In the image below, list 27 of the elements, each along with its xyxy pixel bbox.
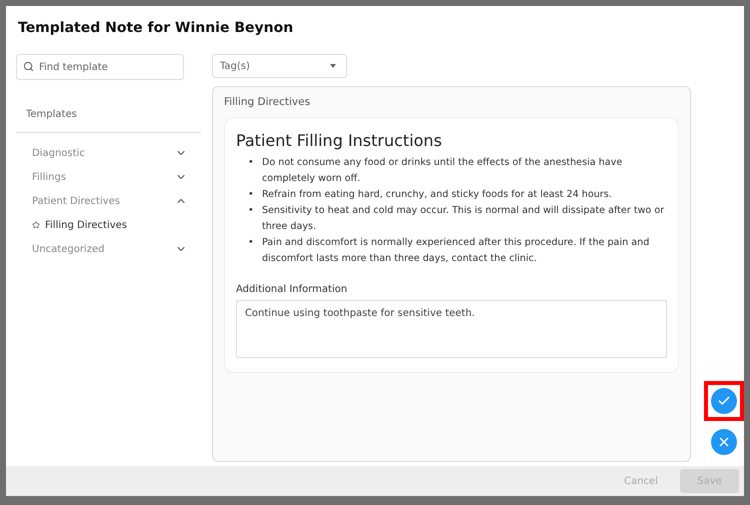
field-label: Additional Information <box>236 284 348 295</box>
confirm-button[interactable] <box>711 388 737 414</box>
category-item[interactable]: Uncategorized <box>16 237 201 261</box>
bullet-marker: • <box>248 156 254 170</box>
instruction-item: Refrain from eating hard, crunchy, and sticky foods for at least 24 hours. <box>262 188 612 202</box>
instruction-item: Pain and discomfort is normally experienced after this procedure. If the pain and discomfort lasts more than three days, contact the clinic. <box>262 236 650 266</box>
instruction-item: Sensitivity to heat and cold may occur. This is normal and will dissipate after two or three days. <box>262 204 666 234</box>
category-item[interactable]: Patient Directives <box>16 189 201 213</box>
instruction-item: Do not consume any food or drinks until the effects of the anesthesia have completely worn off. <box>262 156 624 186</box>
bullet-marker: • <box>248 236 254 250</box>
tags-dropdown[interactable]: Tag(s) <box>212 54 347 78</box>
caret-icon <box>330 64 336 68</box>
note-title: Patient Filling Instructions <box>236 131 443 150</box>
category-item[interactable]: Fillings <box>16 165 201 189</box>
category-item[interactable]: Diagnostic <box>16 141 201 165</box>
search-field[interactable]: Find template <box>16 54 184 80</box>
search-icon <box>23 61 34 72</box>
sidebar-heading: Templates <box>16 80 201 133</box>
dismiss-button[interactable] <box>711 429 737 455</box>
close-icon <box>717 435 731 449</box>
bullet-marker: • <box>248 204 254 218</box>
bullet-marker: • <box>248 188 254 202</box>
star-icon <box>32 221 40 229</box>
additional-info-field[interactable]: Continue using toothpaste for sensitive teeth. <box>236 300 667 358</box>
panel-header: Filling Directives <box>224 96 312 108</box>
dialog-title: Templated Note for Winnie Beynon <box>17 19 294 38</box>
template-item[interactable]: Filling Directives <box>16 213 201 237</box>
